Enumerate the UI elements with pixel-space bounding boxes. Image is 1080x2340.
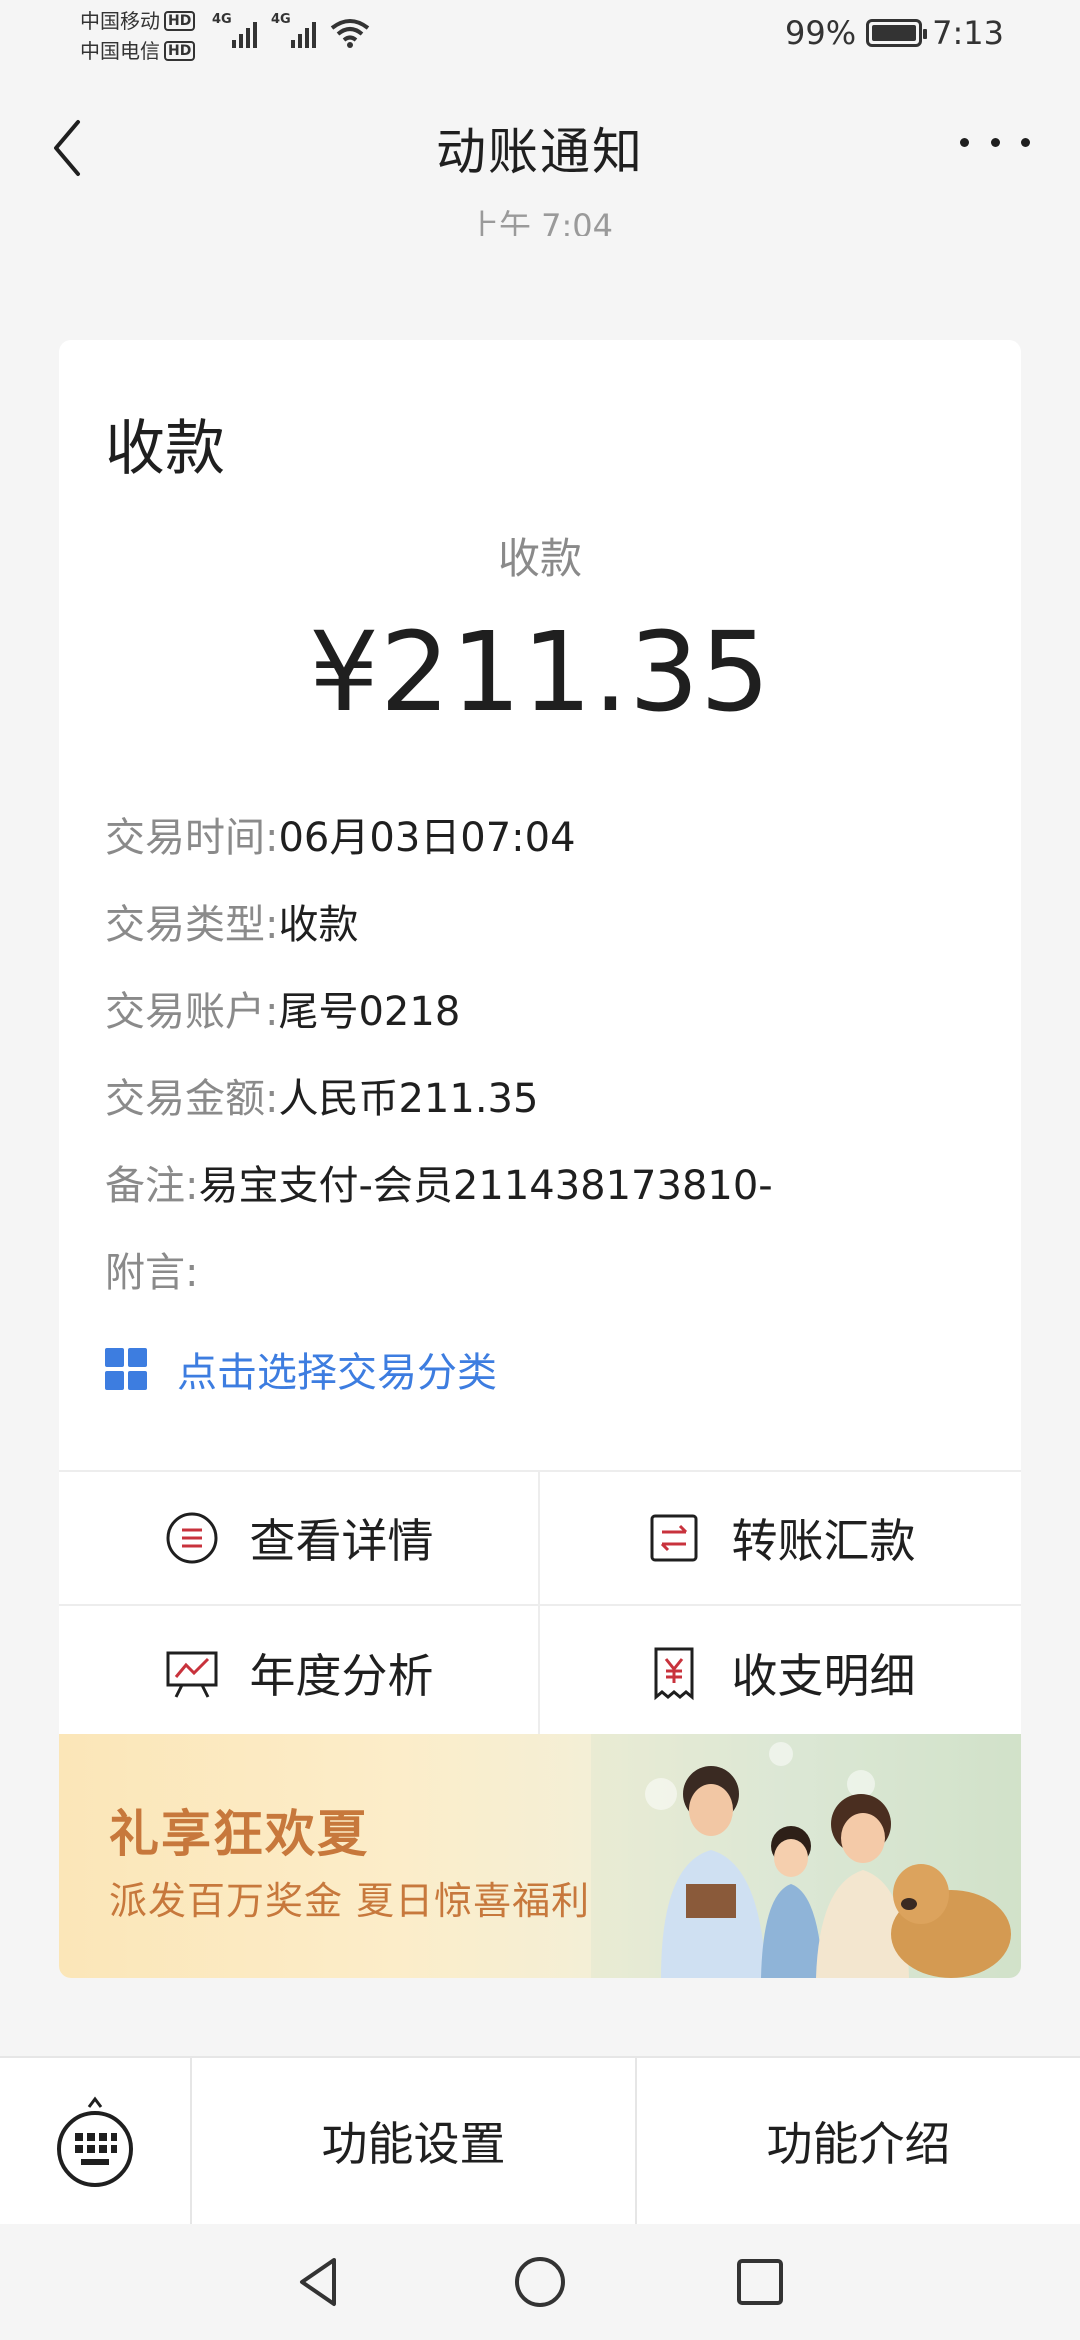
message-timestamp: 上午 7:04 (466, 207, 614, 236)
detail-value: 06月03日07:04 (278, 815, 576, 861)
detail-row-account: 交易账户:尾号0218 (105, 969, 975, 1056)
more-options-icon[interactable] (960, 122, 1030, 162)
detail-row-type: 交易类型:收款 (105, 882, 975, 969)
hd-badge: HD (164, 41, 196, 61)
nav-back-triangle-icon[interactable] (290, 2252, 350, 2312)
carrier-2-label: 中国电信 (80, 39, 160, 63)
carrier-info: 中国移动 HD 中国电信 HD (80, 6, 196, 66)
detail-key: 交易账户: (105, 989, 279, 1035)
signal-indicators: 4G 4G (212, 12, 370, 48)
battery-icon (866, 19, 928, 47)
keyboard-icon (57, 2096, 133, 2187)
family-photo-image (591, 1734, 1021, 1978)
status-right: 99% 7:13 (785, 14, 1004, 52)
card-title: 收款 (105, 414, 225, 484)
nav-home-circle-icon[interactable] (510, 2252, 570, 2312)
select-category-link[interactable]: 点击选择交易分类 (105, 1340, 497, 1398)
transfer-button[interactable]: 转账汇款 (540, 1472, 1021, 1606)
transaction-details: 交易时间:06月03日07:04 交易类型:收款 交易账户:尾号0218 交易金… (105, 795, 975, 1317)
detail-row-postscript: 附言: (105, 1230, 975, 1317)
banner-title: 礼享狂欢夏 (109, 1805, 369, 1863)
action-label: 年度分析 (249, 1649, 434, 1703)
network-type-label: 4G (212, 12, 232, 27)
detail-key: 交易类型: (105, 902, 279, 948)
detail-value: 易宝支付-会员211438173810- (198, 1163, 773, 1209)
system-navigation-bar (0, 2224, 1080, 2340)
hd-badge: HD (164, 11, 196, 31)
detail-key: 交易金额: (105, 1076, 279, 1122)
carrier-1-label: 中国移动 (80, 9, 160, 33)
nav-recents-square-icon[interactable] (730, 2252, 790, 2312)
menu-circle-icon (166, 1512, 217, 1564)
detail-row-remark: 备注:易宝支付-会员211438173810- (105, 1143, 975, 1230)
action-label: 查看详情 (249, 1514, 434, 1568)
signal-icon: 4G (212, 12, 257, 48)
action-grid: 查看详情 转账汇款 年度分析 收支明细 (59, 1470, 1021, 1740)
action-label: 转账汇款 (731, 1514, 916, 1568)
bottom-menu-bar: 功能设置 功能介绍 (0, 2056, 1080, 2224)
detail-row-time: 交易时间:06月03日07:04 (105, 795, 975, 882)
feature-settings-menu[interactable]: 功能设置 (192, 2058, 635, 2224)
amount-value: ¥211.35 (309, 608, 771, 736)
promo-banner[interactable]: 礼享狂欢夏 派发百万奖金 夏日惊喜福利 (59, 1734, 1021, 1978)
clock: 7:13 (932, 14, 1004, 52)
detail-key: 附言: (105, 1250, 199, 1296)
banner-subtitle: 派发百万奖金 夏日惊喜福利 (109, 1879, 591, 1923)
page-title: 动账通知 (436, 123, 644, 181)
chart-board-icon (166, 1651, 217, 1698)
detail-key: 备注: (105, 1163, 199, 1209)
amount-label: 收款 (497, 534, 582, 583)
status-bar: 中国移动 HD 中国电信 HD 4G 4G 99% 7:13 (0, 0, 1080, 72)
keyboard-toggle-button[interactable] (0, 2058, 192, 2224)
detail-value: 尾号0218 (278, 989, 461, 1035)
detail-value: 人民币211.35 (278, 1076, 539, 1122)
network-type-label: 4G (271, 12, 291, 27)
receipt-icon (654, 1647, 693, 1701)
detail-value: 收款 (278, 902, 359, 948)
notification-card: 收款 收款 ¥211.35 交易时间:06月03日07:04 交易类型:收款 交… (59, 340, 1021, 1978)
feature-intro-menu[interactable]: 功能介绍 (635, 2058, 1080, 2224)
grid-icon (105, 1348, 147, 1390)
view-details-button[interactable]: 查看详情 (59, 1472, 540, 1606)
income-expense-button[interactable]: 收支明细 (540, 1606, 1021, 1740)
battery-percent: 99% (785, 14, 857, 52)
detail-row-amount: 交易金额:人民币211.35 (105, 1056, 975, 1143)
select-category-label: 点击选择交易分类 (177, 1350, 497, 1396)
wifi-icon (330, 19, 370, 48)
action-label: 收支明细 (731, 1649, 916, 1703)
signal-icon: 4G (271, 12, 316, 48)
detail-key: 交易时间: (105, 815, 279, 861)
nav-bar: 动账通知 (0, 72, 1080, 220)
annual-analysis-button[interactable]: 年度分析 (59, 1606, 540, 1740)
transfer-icon (650, 1514, 697, 1562)
